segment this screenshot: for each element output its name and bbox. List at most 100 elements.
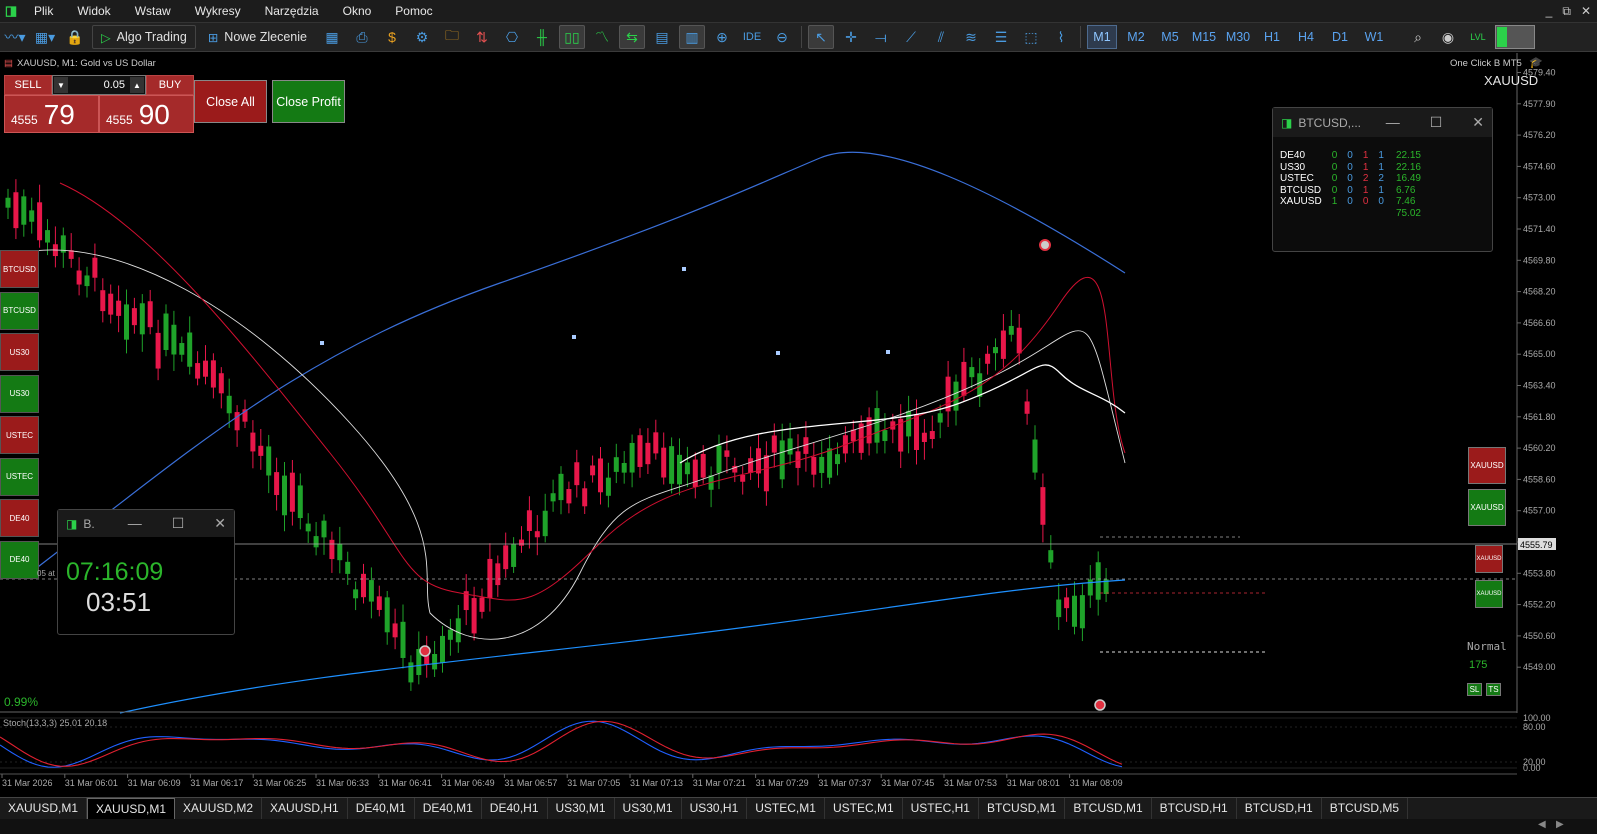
chart-type-icon[interactable]: 〰▾ xyxy=(2,25,28,49)
tf-h1[interactable]: H1 xyxy=(1257,25,1287,49)
grid-icon[interactable]: ▦ xyxy=(319,25,345,49)
symbol-button-btcusd[interactable]: BTCUSD xyxy=(0,291,39,330)
menu-plik[interactable]: Plik xyxy=(22,0,65,22)
hline-icon[interactable]: ⟞ xyxy=(868,25,894,49)
chart-tab[interactable]: BTCUSD,H1 xyxy=(1237,798,1322,819)
chart-tab[interactable]: US30,M1 xyxy=(548,798,615,819)
settings-icon[interactable]: ⚙ xyxy=(409,25,435,49)
menu-wstaw[interactable]: Wstaw xyxy=(123,0,183,22)
close-icon[interactable]: ✕ xyxy=(1472,114,1484,131)
restore-icon[interactable]: ⧉ xyxy=(1562,0,1571,22)
xauusd-small-buy-button[interactable]: XAUUSD xyxy=(1475,580,1503,608)
menu-wykresy[interactable]: Wykresy xyxy=(183,0,253,22)
zoom-in-icon[interactable]: ⊕ xyxy=(709,25,735,49)
xauusd-small-sell-button[interactable]: XAUUSD xyxy=(1475,545,1503,573)
account-icon[interactable]: ◉ xyxy=(1435,25,1461,49)
chart-tab[interactable]: DE40,M1 xyxy=(415,798,482,819)
chart-tab[interactable]: US30,M1 xyxy=(615,798,682,819)
shift-end-icon[interactable]: ▥ xyxy=(678,25,705,49)
dollar-icon[interactable]: $ xyxy=(379,25,405,49)
cursor-icon[interactable]: ↖ xyxy=(807,25,834,49)
indicator-icon[interactable]: ⌇ xyxy=(1048,25,1074,49)
minimize-icon[interactable]: — xyxy=(1386,114,1400,131)
line-chart-icon[interactable]: 〽 xyxy=(589,25,615,49)
symbol-button-ustec[interactable]: USTEC xyxy=(0,457,39,496)
sl-button[interactable]: SL xyxy=(1467,683,1482,696)
bars-icon[interactable]: ╫ xyxy=(529,25,555,49)
maximize-icon[interactable]: ☐ xyxy=(172,515,185,532)
tf-m30[interactable]: M30 xyxy=(1223,25,1253,49)
ask-price-button[interactable]: 4555 90 xyxy=(99,95,194,133)
scroll-left-icon[interactable]: ◀ xyxy=(1538,819,1546,830)
sell-button[interactable]: SELL xyxy=(4,75,52,95)
scroll-right-icon[interactable]: ▶ xyxy=(1556,819,1564,830)
zoom-out-icon[interactable]: ⊖ xyxy=(769,25,795,49)
xauusd-buy-button[interactable]: XAUUSD xyxy=(1468,489,1506,526)
chart-tab[interactable]: USTEC,H1 xyxy=(903,798,979,819)
buy-button[interactable]: BUY xyxy=(146,75,194,95)
print-icon[interactable]: ⎙ xyxy=(349,25,375,49)
signals-icon[interactable]: ⇅ xyxy=(469,25,495,49)
menu-narzedzia[interactable]: Narzędzia xyxy=(253,0,331,22)
maximize-icon[interactable]: ☐ xyxy=(1430,114,1443,131)
ide-button[interactable]: IDE xyxy=(739,25,765,49)
chart-tab[interactable]: DE40,H1 xyxy=(482,798,548,819)
btc-window-titlebar[interactable]: ◨ BTCUSD,... — ☐ ✕ xyxy=(1273,108,1492,137)
xauusd-sell-button[interactable]: XAUUSD xyxy=(1468,447,1506,484)
bid-price-button[interactable]: 4555 79 xyxy=(4,95,99,133)
chart-tab[interactable]: DE40,M1 xyxy=(348,798,415,819)
new-order-button[interactable]: ⊞ Nowe Zlecenie xyxy=(200,25,315,49)
search-icon[interactable]: ⌕ xyxy=(1405,25,1431,49)
folder-icon[interactable]: 🗀 xyxy=(439,25,465,49)
close-icon[interactable]: ✕ xyxy=(1581,0,1591,22)
symbol-button-ustec[interactable]: USTEC xyxy=(0,416,39,454)
autoscroll-icon[interactable]: ⇆ xyxy=(618,25,645,49)
ts-button[interactable]: TS xyxy=(1486,683,1501,696)
chart-tab[interactable]: USTEC,M1 xyxy=(825,798,903,819)
minimize-icon[interactable]: — xyxy=(128,515,142,532)
tf-h4[interactable]: H4 xyxy=(1291,25,1321,49)
chart-tab[interactable]: BTCUSD,M1 xyxy=(979,798,1066,819)
rect-icon[interactable]: ⬚ xyxy=(1018,25,1044,49)
chart-tab[interactable]: BTCUSD,M1 xyxy=(1065,798,1152,819)
close-all-button[interactable]: Close All xyxy=(194,80,267,123)
chart-tab[interactable]: USTEC,M1 xyxy=(747,798,825,819)
lot-up-icon[interactable]: ▲ xyxy=(130,77,144,93)
clock-window-titlebar[interactable]: ◨ B. — ☐ ✕ xyxy=(58,510,234,537)
symbol-button-btcusd[interactable]: BTCUSD xyxy=(0,250,39,288)
lot-down-icon[interactable]: ▼ xyxy=(54,77,68,93)
level-icon[interactable]: LVL xyxy=(1465,25,1491,49)
fibo-icon[interactable]: ≋ xyxy=(958,25,984,49)
symbol-button-us30[interactable]: US30 xyxy=(0,374,39,413)
tf-m15[interactable]: M15 xyxy=(1189,25,1219,49)
minimize-icon[interactable]: _ xyxy=(1546,0,1553,22)
btcusd-window[interactable]: ◨ BTCUSD,... — ☐ ✕ DE40 0 0 1 1 22.15 US30 0 0 1 1 22… xyxy=(1272,107,1493,252)
clock-window[interactable]: ◨ B. — ☐ ✕ 07:16:09 03:51 xyxy=(57,509,235,635)
screenshot-icon[interactable]: ⎔ xyxy=(499,25,525,49)
symbol-button-de40[interactable]: DE40 xyxy=(0,540,39,579)
tf-m1[interactable]: M1 xyxy=(1086,25,1117,49)
lock-icon[interactable]: 🔒 xyxy=(62,25,88,49)
close-icon[interactable]: ✕ xyxy=(214,515,226,532)
shapes-icon[interactable]: ☰ xyxy=(988,25,1014,49)
tf-d1[interactable]: D1 xyxy=(1325,25,1355,49)
chart-tab[interactable]: XAUUSD,M1 xyxy=(0,798,88,819)
crosshair-icon[interactable]: ✛ xyxy=(838,25,864,49)
menu-pomoc[interactable]: Pomoc xyxy=(383,0,444,22)
chart-tab[interactable]: XAUUSD,M1 xyxy=(87,798,176,819)
chart-tab[interactable]: BTCUSD,H1 xyxy=(1152,798,1237,819)
tf-w1[interactable]: W1 xyxy=(1359,25,1389,49)
chart-menu-icon[interactable]: ▤ xyxy=(4,58,13,69)
candles-icon[interactable]: ▯▯ xyxy=(558,25,585,49)
chart-tab[interactable]: XAUUSD,M2 xyxy=(175,798,263,819)
channel-icon[interactable]: ⫽ xyxy=(928,25,954,49)
tf-m2[interactable]: M2 xyxy=(1121,25,1151,49)
tf-m5[interactable]: M5 xyxy=(1155,25,1185,49)
chart-template-icon[interactable]: ▦▾ xyxy=(32,25,58,49)
close-profit-button[interactable]: Close Profit xyxy=(272,80,345,123)
menu-widok[interactable]: Widok xyxy=(65,0,122,22)
chart-shift-icon[interactable]: ▤ xyxy=(649,25,675,49)
algo-trading-button[interactable]: ▷ Algo Trading xyxy=(92,25,196,49)
tabs-scrollbar[interactable]: ◀ ▶ xyxy=(0,819,1597,834)
symbol-button-us30[interactable]: US30 xyxy=(0,333,39,371)
